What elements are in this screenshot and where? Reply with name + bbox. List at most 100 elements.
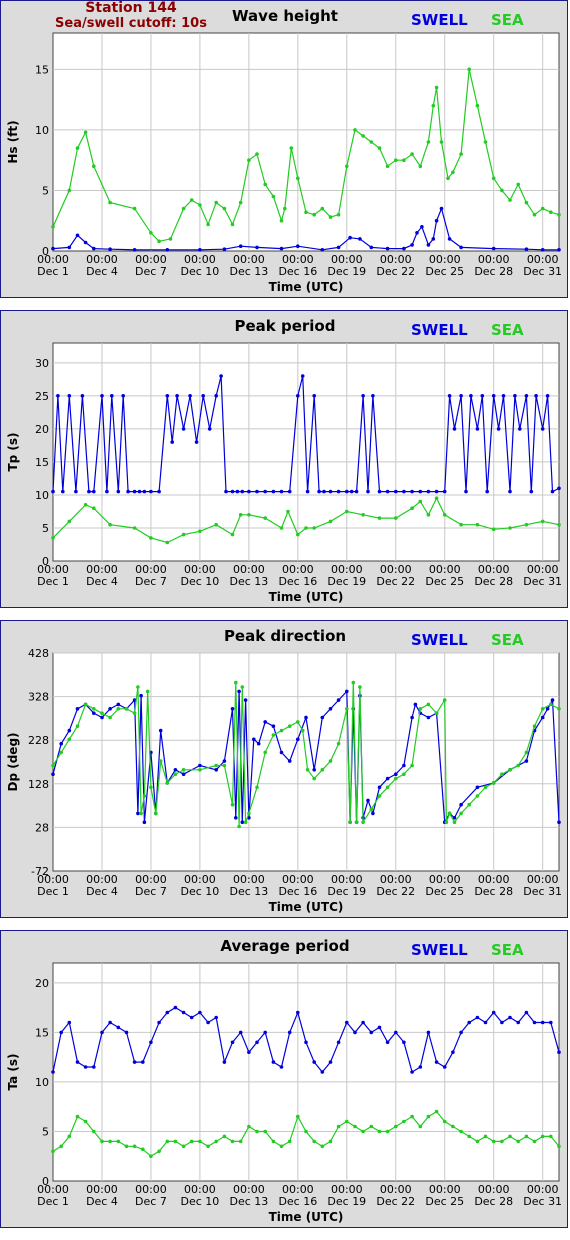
data-point xyxy=(92,506,96,510)
chart-title: Average period xyxy=(220,937,349,955)
x-tick-date: Dec 1 xyxy=(37,885,69,898)
data-point xyxy=(279,1144,284,1149)
data-point xyxy=(59,1030,63,1035)
data-point xyxy=(165,540,170,545)
data-point xyxy=(426,140,431,144)
data-point xyxy=(394,772,398,776)
peak-period-panel: 0 5 10 15 20 25 30 00:00 Dec 1 00:00 Dec 4 00:00 Dec… xyxy=(0,310,568,608)
data-point xyxy=(304,715,308,720)
data-point xyxy=(92,711,96,715)
data-point xyxy=(491,176,496,181)
data-point xyxy=(442,513,447,517)
data-point xyxy=(415,231,419,235)
data-point xyxy=(451,170,455,175)
data-point xyxy=(296,532,300,537)
x-tick-date: Dec 28 xyxy=(474,885,513,898)
data-point xyxy=(361,134,365,138)
data-point xyxy=(67,394,72,398)
data-point xyxy=(452,820,457,824)
data-point xyxy=(247,1124,251,1129)
x-tick-date: Dec 31 xyxy=(523,575,562,588)
data-point xyxy=(108,715,112,720)
data-point xyxy=(279,728,284,733)
station-label: Station 144 Sea/swell cutoff: 10s xyxy=(51,1,211,32)
data-point xyxy=(312,1139,317,1144)
y-tick-label: 128 xyxy=(28,778,49,791)
data-point xyxy=(51,246,55,251)
data-point xyxy=(287,489,292,494)
data-point xyxy=(491,394,496,398)
data-point xyxy=(173,768,178,772)
data-point xyxy=(418,164,423,168)
data-point xyxy=(434,218,439,223)
data-point xyxy=(508,1015,512,1020)
data-point xyxy=(75,233,80,238)
data-point xyxy=(181,206,186,211)
data-point xyxy=(366,798,370,803)
data-point xyxy=(67,1020,72,1025)
y-tick-label: 30 xyxy=(35,357,49,370)
data-point xyxy=(369,140,374,144)
data-point xyxy=(67,737,72,742)
x-tick-date: Dec 13 xyxy=(229,1195,268,1208)
data-point xyxy=(61,489,65,494)
data-point xyxy=(328,1060,333,1064)
y-tick-label: 328 xyxy=(28,691,49,704)
data-point xyxy=(126,489,130,494)
data-point xyxy=(557,1144,561,1149)
data-point xyxy=(540,1134,545,1139)
data-point xyxy=(157,1149,161,1154)
legend-swell: SWELL xyxy=(411,631,468,649)
data-point xyxy=(189,1015,194,1020)
data-point xyxy=(402,158,406,162)
data-point xyxy=(371,394,375,398)
x-tick-date: Dec 25 xyxy=(425,885,464,898)
y-tick-label: 15 xyxy=(35,1026,49,1039)
data-point xyxy=(247,1050,251,1054)
data-point xyxy=(361,1129,365,1134)
data-point xyxy=(529,489,534,494)
data-point xyxy=(173,772,178,776)
data-point xyxy=(328,759,333,763)
x-tick-date: Dec 19 xyxy=(327,885,366,898)
data-point xyxy=(67,245,72,250)
data-point xyxy=(67,188,72,193)
data-point xyxy=(426,489,431,494)
data-point xyxy=(286,509,290,514)
data-point xyxy=(508,526,512,530)
data-point xyxy=(51,1070,55,1074)
data-point xyxy=(467,802,472,807)
x-tick-date: Dec 10 xyxy=(181,265,220,278)
data-point xyxy=(377,489,382,494)
data-point xyxy=(328,707,333,711)
data-point xyxy=(157,239,161,244)
data-point xyxy=(557,707,561,711)
data-point xyxy=(214,768,218,772)
data-point xyxy=(361,1020,365,1025)
data-point xyxy=(312,212,317,217)
data-point xyxy=(83,702,88,707)
data-point xyxy=(289,146,294,150)
wave-height-panel: 0 5 10 15 00:00 Dec 1 00:00 Dec 4 00:00 Dec 7 00:0… xyxy=(0,0,568,298)
data-point xyxy=(312,394,317,398)
data-point xyxy=(475,103,480,108)
data-point xyxy=(426,1030,431,1035)
data-point xyxy=(230,802,235,807)
data-point xyxy=(394,776,398,781)
data-point xyxy=(132,1144,137,1149)
y-tick-label: 15 xyxy=(35,456,49,469)
data-point xyxy=(263,750,268,755)
data-point xyxy=(224,489,228,494)
data-point xyxy=(369,1124,374,1129)
data-point xyxy=(312,776,317,781)
x-tick-date: Dec 7 xyxy=(135,885,167,898)
data-point xyxy=(75,146,80,150)
data-point xyxy=(100,711,104,715)
x-tick-date: Dec 19 xyxy=(327,575,366,588)
x-tick-date: Dec 7 xyxy=(135,265,167,278)
data-point xyxy=(243,820,248,824)
x-axis-label: Time (UTC) xyxy=(269,900,344,914)
data-point xyxy=(92,489,96,494)
data-point xyxy=(496,427,501,431)
data-point xyxy=(92,164,96,168)
